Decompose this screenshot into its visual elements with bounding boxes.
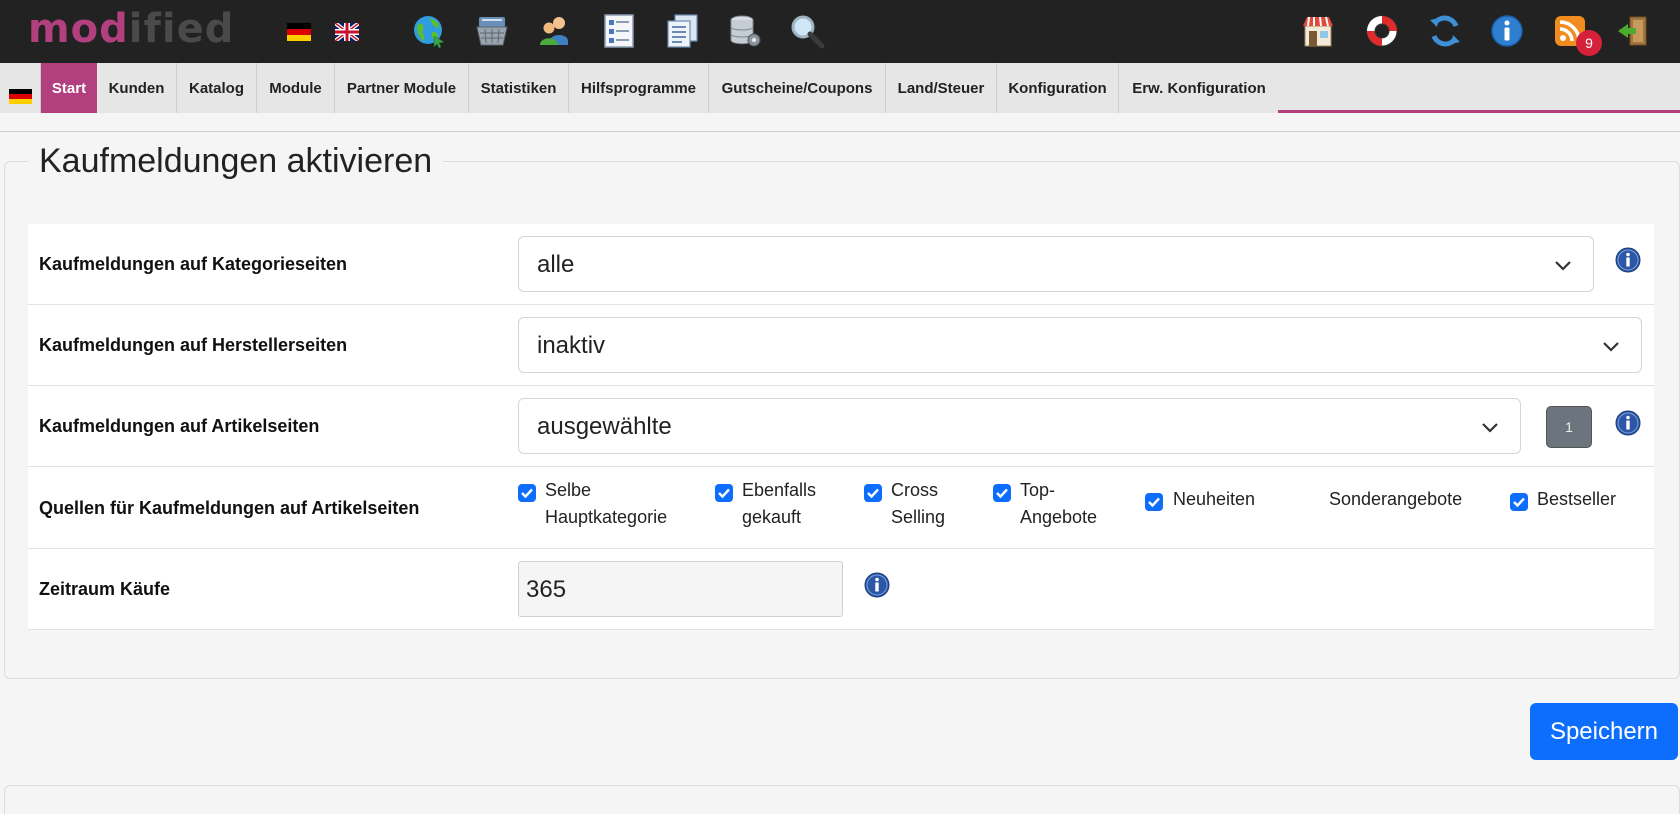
database-settings-icon[interactable]	[726, 12, 764, 50]
nav-accent-line	[1278, 110, 1680, 113]
checkbox-cross-selling[interactable]	[864, 484, 882, 502]
search-icon[interactable]	[788, 12, 826, 50]
select-value: inaktiv	[537, 332, 606, 359]
nav-statistiken[interactable]: Statistiken	[469, 63, 569, 113]
checkbox-selbe-hauptkategorie[interactable]	[518, 484, 536, 502]
form-row-artikelseiten: Kaufmeldungen auf Artikelseiten ausgewäh…	[28, 386, 1654, 467]
documents-icon[interactable]	[663, 12, 701, 50]
lifebuoy-icon[interactable]	[1363, 12, 1401, 50]
refresh-icon[interactable]	[1426, 12, 1464, 50]
divider	[0, 131, 1680, 132]
checkbox-label: Ebenfalls gekauft	[742, 480, 817, 527]
german-flag-icon	[9, 89, 32, 104]
info-icon[interactable]	[1488, 12, 1526, 50]
shop-icon[interactable]	[1299, 12, 1337, 50]
notification-badge: 9	[1576, 30, 1602, 56]
artikelseiten-select[interactable]: ausgewählte	[518, 398, 1521, 454]
selection-count-button[interactable]: 1	[1546, 406, 1592, 448]
globe-icon[interactable]	[410, 12, 448, 50]
logo-part-1: mod	[28, 6, 129, 52]
checkbox-top-angebote[interactable]	[993, 484, 1011, 502]
checkbox-ebenfalls-gekauft[interactable]	[715, 484, 733, 502]
uk-flag-icon[interactable]	[335, 23, 359, 41]
nav-language-flag[interactable]	[0, 63, 41, 113]
nav-gutscheine-coupons[interactable]: Gutscheine/Coupons	[709, 63, 886, 113]
form-title: Kaufmeldungen aktivieren	[28, 140, 444, 182]
form-row-zeitraum: Zeitraum Käufe 365	[28, 549, 1654, 630]
nav-partner-module[interactable]: Partner Module	[335, 63, 469, 113]
logo[interactable]: modified	[28, 6, 234, 52]
logo-part-2: ified	[128, 6, 235, 52]
checkbox-label: Selbe Hauptkategorie	[545, 480, 668, 527]
nav-konfiguration[interactable]: Konfiguration	[997, 63, 1119, 113]
logout-icon[interactable]	[1614, 12, 1652, 50]
form-row-quellen: Quellen für Kaufmeldungen auf Artikelsei…	[28, 467, 1654, 549]
nav-katalog[interactable]: Katalog	[177, 63, 257, 113]
checkbox-label: Top- Angebote	[1020, 480, 1098, 527]
nav-land-steuer[interactable]: Land/Steuer	[886, 63, 997, 113]
nav-erw-konfiguration[interactable]: Erw. Konfiguration	[1119, 63, 1279, 113]
form-row-kategorieseiten: Kaufmeldungen auf Kategorieseiten alle	[28, 224, 1654, 305]
checklist-icon[interactable]	[600, 12, 638, 50]
german-flag-icon[interactable]	[287, 23, 311, 41]
checkbox-label-sonderangebote: Sonderangebote	[1329, 489, 1463, 509]
nav-module[interactable]: Module	[257, 63, 335, 113]
field-label: Kaufmeldungen auf Kategorieseiten	[39, 254, 348, 274]
select-value: ausgewählte	[537, 413, 672, 440]
nav-start[interactable]: Start	[41, 63, 97, 113]
save-button[interactable]: Speichern	[1530, 703, 1678, 760]
checkbox-neuheiten[interactable]	[1145, 493, 1163, 511]
kategorieseiten-select[interactable]: alle	[518, 236, 1594, 292]
next-fieldset	[4, 785, 1680, 814]
field-label: Kaufmeldungen auf Herstellerseiten	[39, 335, 348, 355]
field-label: Quellen für Kaufmeldungen auf Artikelsei…	[39, 498, 420, 518]
main-navigation: Start Kunden Katalog Module Partner Modu…	[0, 63, 1680, 113]
top-bar: modified 9	[0, 0, 1680, 63]
chevron-down-icon	[1482, 423, 1498, 433]
info-icon[interactable]	[864, 572, 890, 598]
checkbox-label: Cross Selling	[891, 480, 946, 527]
checkbox-label: Bestseller	[1537, 489, 1617, 509]
checkbox-label: Neuheiten	[1173, 489, 1256, 509]
info-icon[interactable]	[1615, 410, 1641, 436]
zeitraum-input[interactable]: 365	[518, 561, 843, 617]
info-icon[interactable]	[1615, 247, 1641, 273]
field-label: Kaufmeldungen auf Artikelseiten	[39, 416, 320, 436]
field-label: Zeitraum Käufe	[39, 579, 171, 599]
customers-icon[interactable]	[536, 12, 574, 50]
checkbox-bestseller[interactable]	[1510, 493, 1528, 511]
chevron-down-icon	[1603, 342, 1619, 352]
select-value: alle	[537, 251, 575, 278]
basket-icon[interactable]	[473, 12, 511, 50]
nav-kunden[interactable]: Kunden	[97, 63, 177, 113]
chevron-down-icon	[1555, 261, 1571, 271]
nav-hilfsprogramme[interactable]: Hilfsprogramme	[569, 63, 709, 113]
form-row-herstellerseiten: Kaufmeldungen auf Herstellerseiten inakt…	[28, 305, 1654, 386]
herstellerseiten-select[interactable]: inaktiv	[518, 317, 1642, 373]
